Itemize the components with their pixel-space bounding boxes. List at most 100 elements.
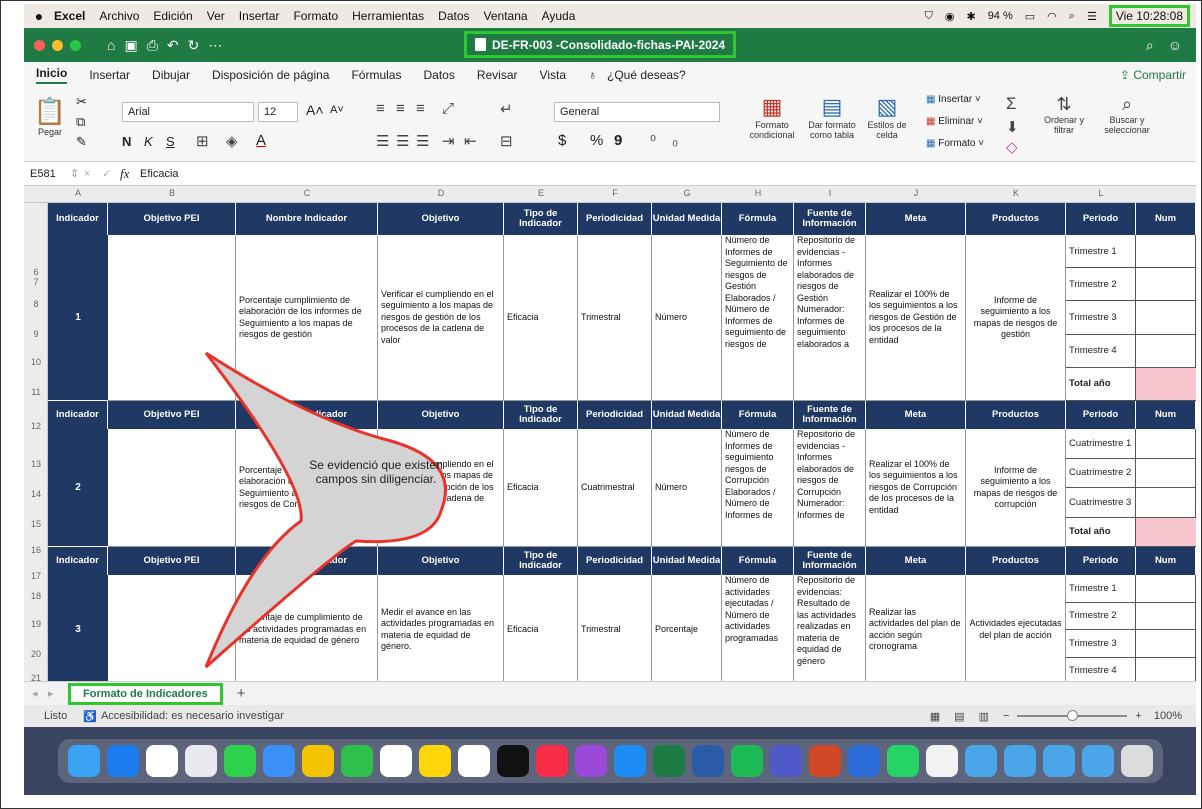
table-header-cell[interactable]: Objetivo: [378, 401, 504, 429]
photos-icon[interactable]: [301, 745, 334, 777]
table-header-cell[interactable]: Periodo: [1066, 203, 1136, 235]
decrease-decimal-icon[interactable]: ₀: [672, 132, 678, 149]
battery-icon[interactable]: ▭: [1025, 10, 1035, 23]
column-header-a[interactable]: A: [48, 188, 108, 198]
numerator-cell[interactable]: [1136, 602, 1196, 630]
formula-cell[interactable]: Número de Informes de Seguimiento de rie…: [722, 235, 794, 401]
tab-vista[interactable]: Vista: [540, 68, 566, 82]
table-header-cell[interactable]: Periodo: [1066, 401, 1136, 429]
percent-button[interactable]: %: [590, 132, 603, 149]
row-header[interactable]: 13: [24, 459, 48, 469]
fill-icon[interactable]: ⬇: [1006, 118, 1019, 136]
menu-ayuda[interactable]: Ayuda: [542, 9, 576, 23]
numerator-cell[interactable]: [1136, 235, 1196, 269]
tab-formulas[interactable]: Fórmulas: [351, 68, 401, 82]
row-header[interactable]: 6: [24, 267, 48, 277]
period-cell[interactable]: Total año: [1066, 517, 1136, 547]
meta-cell[interactable]: Realizar las actividades del plan de acc…: [866, 575, 966, 681]
more-icon[interactable]: ⋯: [208, 37, 222, 54]
finder-window-icon[interactable]: [1003, 745, 1036, 777]
align-middle-icon[interactable]: ≡: [396, 100, 405, 117]
table-header-cell[interactable]: Num: [1136, 401, 1196, 429]
notes-icon[interactable]: [418, 745, 451, 777]
unidad-cell[interactable]: Porcentaje: [652, 575, 722, 681]
bold-button[interactable]: N: [122, 134, 131, 149]
align-center-icon[interactable]: ☰: [396, 132, 409, 150]
appletv-icon[interactable]: [496, 745, 529, 777]
zoom-slider-thumb[interactable]: [1067, 710, 1079, 721]
table-header-cell[interactable]: Tipo de Indicador: [504, 203, 578, 235]
conditional-format-button[interactable]: ▦ Formato condicional: [742, 94, 802, 140]
periodicidad-cell[interactable]: Trimestral: [578, 575, 652, 681]
undo-icon[interactable]: ↶: [167, 37, 179, 54]
orientation-icon[interactable]: ⤢: [442, 100, 454, 117]
teams-icon[interactable]: [769, 745, 802, 777]
table-header-cell[interactable]: Nombre Indicador: [236, 547, 378, 575]
finder-window-icon[interactable]: [1042, 745, 1075, 777]
tipo-cell[interactable]: Eficacia: [504, 429, 578, 547]
cell-styles-button[interactable]: ▧ Estilos de celda: [862, 94, 912, 140]
zoom-level[interactable]: 100%: [1154, 710, 1182, 722]
nombre-cell[interactable]: Porcentaje de cumplimiento de las activi…: [236, 575, 378, 681]
table-header-cell[interactable]: Unidad Medida: [652, 401, 722, 429]
chrome-icon[interactable]: [145, 745, 178, 777]
period-cell[interactable]: Trimestre 2: [1066, 602, 1136, 630]
column-header-j[interactable]: J: [866, 188, 966, 198]
facetime-icon[interactable]: [340, 745, 373, 777]
table-header-cell[interactable]: Productos: [966, 203, 1066, 235]
menu-herramientas[interactable]: Herramientas: [352, 9, 424, 23]
safari-icon[interactable]: [106, 745, 139, 777]
table-header-cell[interactable]: Unidad Medida: [652, 203, 722, 235]
tell-me-field[interactable]: ¿Qué deseas?: [607, 68, 686, 82]
format-cells-button[interactable]: ▦ Formato ˅: [926, 138, 984, 149]
table-header-cell[interactable]: Objetivo PEI: [108, 401, 236, 429]
column-header-h[interactable]: H: [722, 188, 794, 198]
row-header[interactable]: 20: [24, 649, 48, 659]
tipo-cell[interactable]: Eficacia: [504, 575, 578, 681]
row-header[interactable]: 8: [24, 299, 48, 309]
total-value-empty[interactable]: [1136, 367, 1196, 401]
row-header[interactable]: 11: [24, 387, 48, 397]
search-icon[interactable]: ⌕: [1146, 37, 1154, 54]
tab-disposicion[interactable]: Disposición de página: [212, 68, 329, 82]
podcasts-icon[interactable]: [574, 745, 607, 777]
wifi-icon[interactable]: ◠: [1047, 10, 1057, 23]
row-header[interactable]: 19: [24, 619, 48, 629]
fuente-cell[interactable]: Repositorio de evidencias: Resultado de …: [794, 575, 866, 681]
tab-datos[interactable]: Datos: [423, 68, 454, 82]
page-layout-icon[interactable]: ▤: [954, 710, 964, 723]
fx-icon[interactable]: fx: [120, 166, 140, 182]
nombre-cell[interactable]: Porcentaje cumplimiento de elaboración d…: [236, 429, 378, 547]
underline-button[interactable]: S: [166, 134, 175, 149]
tab-insertar[interactable]: Insertar: [89, 68, 130, 82]
periodicidad-cell[interactable]: Trimestral: [578, 235, 652, 401]
trash-icon[interactable]: [1120, 745, 1153, 777]
indicator-id[interactable]: 1: [48, 235, 108, 401]
merge-cells-icon[interactable]: ⊟: [500, 132, 513, 150]
period-cell[interactable]: Trimestre 4: [1066, 657, 1136, 681]
formula-cell[interactable]: Número de Informes de seguimiento riesgo…: [722, 429, 794, 547]
insert-cells-button[interactable]: ▦ Insertar ˅: [926, 94, 981, 105]
table-header-cell[interactable]: Fórmula: [722, 547, 794, 575]
battery-text[interactable]: 94 %: [988, 10, 1013, 22]
table-header-cell[interactable]: Fórmula: [722, 203, 794, 235]
confirm-icon[interactable]: ✓: [102, 167, 120, 180]
account-icon[interactable]: ☺: [1168, 37, 1182, 54]
delete-cells-button[interactable]: ▦ Eliminar ˅: [926, 116, 983, 127]
normal-view-icon[interactable]: ▦: [930, 710, 940, 723]
align-bottom-icon[interactable]: ≡: [416, 100, 425, 117]
zoom-in-icon[interactable]: +: [1135, 710, 1141, 722]
share-button[interactable]: ⇪ Compartir: [1120, 68, 1186, 82]
name-box-stepper-icon[interactable]: ⇕: [70, 167, 84, 180]
next-sheet-icon[interactable]: ▸: [48, 687, 54, 700]
column-header-c[interactable]: C: [236, 188, 378, 198]
period-cell[interactable]: Trimestre 4: [1066, 334, 1136, 368]
table-header-cell[interactable]: Fuente de Información: [794, 547, 866, 575]
row-header[interactable]: 10: [24, 357, 48, 367]
font-size-select[interactable]: 12: [258, 102, 298, 122]
table-header-cell[interactable]: Periodicidad: [578, 203, 652, 235]
number-format-select[interactable]: General: [554, 102, 720, 122]
table-header-cell[interactable]: Nombre Indicador: [236, 203, 378, 235]
grow-font-icon[interactable]: A˄: [306, 102, 324, 118]
table-header-cell[interactable]: Periodicidad: [578, 547, 652, 575]
